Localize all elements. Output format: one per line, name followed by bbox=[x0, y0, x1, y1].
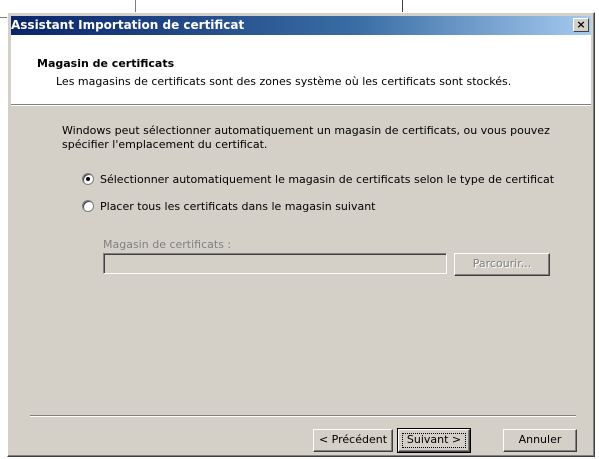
radio-button-unchecked[interactable] bbox=[82, 200, 94, 212]
page-subtitle: Les magasins de certificats sont des zon… bbox=[56, 75, 512, 88]
browse-button: Parcourir... bbox=[454, 253, 550, 276]
auto-select-store-label: Sélectionner automatiquement le magasin … bbox=[100, 172, 555, 186]
place-in-store-label: Placer tous les certificats dans le maga… bbox=[100, 199, 376, 213]
back-button[interactable]: < Précédent bbox=[313, 429, 393, 452]
focus-rectangle bbox=[402, 433, 466, 448]
certificate-import-wizard-dialog: Assistant Importation de certificat × Ma… bbox=[7, 12, 595, 457]
header-separator bbox=[11, 104, 591, 106]
close-button[interactable]: × bbox=[573, 18, 589, 32]
window-title: Assistant Importation de certificat bbox=[11, 18, 245, 32]
certificate-store-label: Magasin de certificats : bbox=[103, 238, 232, 251]
footer-separator bbox=[30, 415, 576, 417]
cancel-button[interactable]: Annuler bbox=[503, 429, 577, 452]
next-button[interactable]: Suivant > bbox=[397, 428, 471, 453]
radio-button-checked[interactable] bbox=[82, 173, 94, 185]
place-in-store-option[interactable]: Placer tous les certificats dans le maga… bbox=[82, 198, 376, 214]
intro-text: Windows peut sélectionner automatiquemen… bbox=[62, 124, 550, 151]
title-bar[interactable]: Assistant Importation de certificat × bbox=[11, 16, 591, 35]
wizard-header: Magasin de certificats Les magasins de c… bbox=[11, 35, 591, 104]
auto-select-store-option[interactable]: Sélectionner automatiquement le magasin … bbox=[82, 171, 554, 187]
certificate-store-field bbox=[103, 253, 447, 274]
page-title: Magasin de certificats bbox=[37, 57, 175, 70]
close-icon: × bbox=[576, 18, 586, 31]
